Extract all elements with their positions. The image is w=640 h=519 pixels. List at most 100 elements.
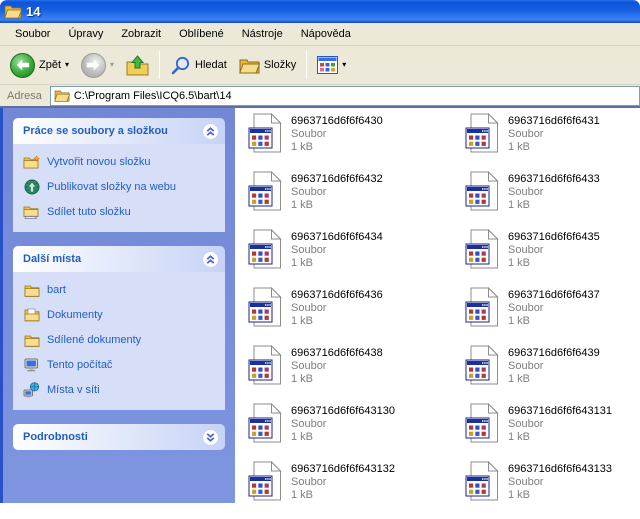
file-type: Soubor [291, 418, 395, 431]
file-tile[interactable]: 6963716d6f6f6436Soubor1 kB [248, 287, 465, 345]
explorer-window: 14 SouborÚpravyZobrazitOblíbenéNástrojeN… [0, 0, 640, 505]
file-icon [465, 113, 499, 153]
address-label: Adresa [0, 90, 50, 102]
back-button[interactable]: Zpět ▾ [4, 49, 75, 81]
file-tile[interactable]: 6963716d6f6f6437Soubor1 kB [465, 287, 640, 345]
address-input[interactable]: C:\Program Files\ICQ6.5\bart\14 [50, 86, 640, 106]
file-name: 6963716d6f6f6434 [291, 231, 383, 244]
back-dropdown-icon[interactable]: ▾ [65, 61, 69, 69]
toolbar-separator [306, 51, 307, 79]
views-icon [317, 56, 338, 74]
file-tile[interactable]: 6963716d6f6f6438Soubor1 kB [248, 345, 465, 403]
file-tile[interactable]: 6963716d6f6f6430Soubor1 kB [248, 113, 465, 171]
file-icon [465, 345, 499, 385]
task-link-sdilenedokumenty[interactable]: Sdílené dokumenty [23, 332, 221, 348]
file-icon [248, 171, 282, 211]
menu-item-upravy[interactable]: Úpravy [59, 24, 112, 44]
file-tile[interactable]: 6963716d6f6f6435Soubor1 kB [465, 229, 640, 287]
file-type: Soubor [508, 302, 600, 315]
file-icon [465, 403, 499, 443]
forward-button[interactable]: ▾ [75, 49, 120, 81]
views-button[interactable]: ▾ [311, 49, 352, 81]
file-size: 1 kB [508, 431, 612, 444]
search-button[interactable]: Hledat [164, 49, 233, 81]
panel-title: Další místa [23, 253, 81, 265]
task-pane-sidebar: Práce se soubory a složkou Vytvořit novo… [0, 108, 235, 503]
task-link-bart[interactable]: bart [23, 282, 221, 298]
file-name: 6963716d6f6f643130 [291, 405, 395, 418]
menu-item-zobrazit[interactable]: Zobrazit [112, 24, 170, 44]
chevron-down-icon[interactable] [202, 429, 219, 446]
task-link-tentopocitac[interactable]: Tento počítač [23, 357, 221, 373]
up-button[interactable] [120, 49, 155, 81]
file-type: Soubor [291, 360, 383, 373]
file-size: 1 kB [291, 141, 383, 154]
file-tile[interactable]: 6963716d6f6f6431Soubor1 kB [465, 113, 640, 171]
window-title: 14 [26, 4, 40, 19]
file-tile[interactable]: 6963716d6f6f6432Soubor1 kB [248, 171, 465, 229]
file-size: 1 kB [291, 489, 395, 502]
file-tile[interactable]: 6963716d6f6f643131Soubor1 kB [465, 403, 640, 461]
file-name: 6963716d6f6f6430 [291, 115, 383, 128]
file-size: 1 kB [508, 489, 612, 502]
panel-header-file-tasks[interactable]: Práce se soubory a složkou [13, 118, 225, 144]
file-tile[interactable]: 6963716d6f6f6433Soubor1 kB [465, 171, 640, 229]
file-tile-text: 6963716d6f6f643131Soubor1 kB [508, 403, 612, 444]
share-folder-icon [23, 204, 40, 220]
task-link-dokumenty[interactable]: Dokumenty [23, 307, 221, 323]
folder-icon [54, 89, 70, 102]
file-type: Soubor [508, 244, 600, 257]
file-tile-text: 6963716d6f6f6434Soubor1 kB [291, 229, 383, 270]
address-path: C:\Program Files\ICQ6.5\bart\14 [74, 90, 232, 102]
task-link-vytvoritnovouslozku[interactable]: Vytvořit novou složku [23, 154, 221, 170]
file-size: 1 kB [291, 315, 383, 328]
file-name: 6963716d6f6f6436 [291, 289, 383, 302]
file-tile-text: 6963716d6f6f6436Soubor1 kB [291, 287, 383, 328]
file-tile-text: 6963716d6f6f643132Soubor1 kB [291, 461, 395, 502]
file-name: 6963716d6f6f6433 [508, 173, 600, 186]
my-computer-icon [23, 357, 40, 373]
task-link-label: Tento počítač [47, 359, 112, 371]
forward-dropdown-icon[interactable]: ▾ [110, 61, 114, 69]
panel-header-details[interactable]: Podrobnosti [13, 424, 225, 450]
menu-item-napoveda[interactable]: Nápověda [292, 24, 360, 44]
network-places-icon [23, 382, 40, 398]
file-size: 1 kB [508, 257, 600, 270]
address-bar: Adresa C:\Program Files\ICQ6.5\bart\14 [0, 85, 640, 108]
menu-item-oblibene[interactable]: Oblíbené [170, 24, 233, 44]
file-grid: 6963716d6f6f6430Soubor1 kB6963716d6f6f64… [248, 113, 640, 519]
panel-body-file-tasks: Vytvořit novou složku Publikovat složky n… [13, 144, 225, 232]
file-tile-text: 6963716d6f6f6439Soubor1 kB [508, 345, 600, 386]
file-tile[interactable]: 6963716d6f6f643132Soubor1 kB [248, 461, 465, 519]
title-bar[interactable]: 14 [0, 0, 640, 23]
task-link-publikovatslozkynawebu[interactable]: Publikovat složky na webu [23, 179, 221, 195]
file-tile-text: 6963716d6f6f6435Soubor1 kB [508, 229, 600, 270]
panel-title: Práce se soubory a složkou [23, 125, 168, 137]
file-tile[interactable]: 6963716d6f6f6434Soubor1 kB [248, 229, 465, 287]
file-type: Soubor [291, 476, 395, 489]
file-type: Soubor [508, 418, 612, 431]
file-name: 6963716d6f6f643132 [291, 463, 395, 476]
file-type: Soubor [291, 302, 383, 315]
file-tile[interactable]: 6963716d6f6f643130Soubor1 kB [248, 403, 465, 461]
task-link-sdilettutoslozku[interactable]: Sdílet tuto složku [23, 204, 221, 220]
file-icon [248, 345, 282, 385]
chevron-up-icon[interactable] [202, 251, 219, 268]
panel-other-places: Další místa bart Dokumenty Sdílené dokumen… [13, 246, 225, 410]
menu-item-soubor[interactable]: Soubor [6, 24, 59, 44]
task-link-label: bart [47, 284, 66, 296]
chevron-up-icon[interactable] [202, 123, 219, 140]
file-type: Soubor [508, 476, 612, 489]
folders-button-label: Složky [264, 59, 296, 71]
task-link-label: Sdílet tuto složku [47, 206, 131, 218]
panel-header-other-places[interactable]: Další místa [13, 246, 225, 272]
file-name: 6963716d6f6f6435 [508, 231, 600, 244]
menu-item-nastroje[interactable]: Nástroje [233, 24, 292, 44]
file-tile[interactable]: 6963716d6f6f6439Soubor1 kB [465, 345, 640, 403]
file-tile[interactable]: 6963716d6f6f643133Soubor1 kB [465, 461, 640, 519]
views-dropdown-icon[interactable]: ▾ [342, 61, 346, 69]
folders-button[interactable]: Složky [233, 49, 302, 81]
panel-file-tasks: Práce se soubory a složkou Vytvořit novo… [13, 118, 225, 232]
file-type: Soubor [508, 360, 600, 373]
task-link-mistavsiti[interactable]: Místa v síti [23, 382, 221, 398]
